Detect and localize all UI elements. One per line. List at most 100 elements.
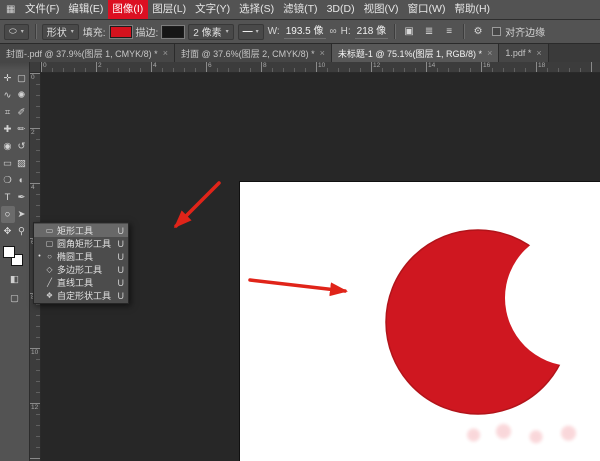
- ruler-tick-label: 10: [30, 348, 40, 403]
- menu-image[interactable]: 图像(I): [108, 0, 148, 19]
- chevron-down-icon: ▾: [21, 28, 24, 35]
- screen-mode-button[interactable]: ▢: [0, 291, 29, 306]
- document-tab[interactable]: 封面-.pdf @ 37.9%(图层 1, CMYK/8) * ×: [0, 44, 175, 62]
- tool-icon: ↺: [18, 141, 26, 152]
- menu-window[interactable]: 窗口(W): [403, 0, 450, 19]
- flyout-polygon-tool[interactable]: ◇ 多边形工具 U: [34, 263, 128, 276]
- ruler-tick-label: 12: [371, 62, 426, 70]
- flyout-ellipse-tool[interactable]: • ○ 椭圆工具 U: [34, 250, 128, 263]
- shape-tool-icon: ╱: [45, 278, 54, 287]
- stroke-color-swatch[interactable]: [162, 26, 184, 38]
- lasso-tool[interactable]: ∿: [1, 87, 15, 104]
- flyout-item-shortcut: U: [118, 278, 126, 288]
- tool-icon: ⚲: [18, 226, 25, 237]
- watermark: [458, 417, 588, 453]
- tool-icon: ◐: [19, 175, 25, 186]
- move-tool[interactable]: ✛: [1, 70, 15, 87]
- height-field[interactable]: 218 像: [355, 25, 388, 39]
- document-tab[interactable]: 封面 @ 37.6%(图层 2, CMYK/8) * ×: [175, 44, 332, 62]
- tool-preset-dropdown[interactable]: ⬭ ▾: [4, 24, 29, 40]
- toolbar-grip[interactable]: [0, 62, 29, 70]
- close-icon[interactable]: ×: [536, 48, 541, 58]
- document-tab[interactable]: 未标题-1 @ 75.1%(图层 1, RGB/8) * ×: [332, 44, 499, 62]
- tool-icon: ✚: [4, 124, 12, 135]
- flyout-line-tool[interactable]: ╱ 直线工具 U: [34, 276, 128, 289]
- stroke-style-select[interactable]: — ▾: [238, 24, 264, 40]
- document-page[interactable]: [240, 182, 600, 461]
- path-arrange-button[interactable]: ≡: [441, 24, 457, 40]
- flyout-rounded-rectangle-tool[interactable]: ▢ 圆角矩形工具 U: [34, 237, 128, 250]
- quick-mask-icon: ◧: [10, 274, 19, 285]
- shape-tool-icon: ▢: [45, 239, 54, 248]
- hand-tool[interactable]: ✥: [1, 223, 15, 240]
- ruler-tick-label: 2: [30, 128, 40, 183]
- foreground-color-swatch[interactable]: [3, 246, 15, 258]
- ruler-tick-label: 6: [206, 62, 261, 70]
- close-icon[interactable]: ×: [320, 48, 325, 58]
- stroke-width-select[interactable]: 2 像素 ▾: [188, 24, 233, 40]
- align-edges-label: 对齐边缘: [505, 24, 545, 39]
- menu-view[interactable]: 视图(V): [359, 0, 403, 19]
- divider: [463, 24, 464, 39]
- close-icon[interactable]: ×: [163, 48, 168, 58]
- gradient-tool[interactable]: ▨: [15, 155, 29, 172]
- shape-tool-icon: ❖: [45, 291, 54, 300]
- tool-icon: ▭: [3, 158, 12, 169]
- tool-mode-select[interactable]: 形状 ▾: [42, 24, 79, 40]
- tab-label: 封面 @ 37.6%(图层 2, CMYK/8) *: [181, 47, 315, 60]
- menu-filter[interactable]: 滤镜(T): [279, 0, 322, 19]
- tool-icon: ○: [5, 209, 11, 220]
- flyout-item-label: 自定形状工具: [57, 289, 115, 302]
- flyout-custom-shape-tool[interactable]: ❖ 自定形状工具 U: [34, 289, 128, 302]
- tool-icon: ❍: [3, 175, 12, 186]
- blur-tool[interactable]: ❍: [1, 172, 15, 189]
- path-align-button[interactable]: ≣: [421, 24, 437, 40]
- flyout-item-label: 圆角矩形工具: [57, 237, 115, 250]
- link-dimensions-icon[interactable]: ∞: [330, 26, 337, 37]
- shape-tool[interactable]: ○: [1, 206, 15, 223]
- menu-file[interactable]: 文件(F): [20, 0, 63, 19]
- quick-selection-tool[interactable]: ✺: [15, 87, 29, 104]
- tool-icon: ➤: [18, 209, 26, 220]
- tool-icon: ✛: [4, 73, 12, 84]
- menu-3d[interactable]: 3D(D): [322, 0, 359, 19]
- tool-icon: ◉: [3, 141, 11, 152]
- flyout-item-shortcut: U: [118, 252, 126, 262]
- crop-tool[interactable]: ⌗: [1, 104, 15, 121]
- close-icon[interactable]: ×: [487, 48, 492, 58]
- clone-stamp-tool[interactable]: ◉: [1, 138, 15, 155]
- quick-mask-button[interactable]: ◧: [0, 272, 29, 287]
- brush-tool[interactable]: ✏: [15, 121, 29, 138]
- ruler-tick-label: 4: [151, 62, 206, 70]
- ruler-corner: [30, 62, 41, 73]
- document-tab[interactable]: 1.pdf * ×: [499, 44, 548, 62]
- menu-layer[interactable]: 图层(L): [148, 0, 191, 19]
- path-operations-button[interactable]: ▣: [401, 24, 417, 40]
- history-brush-tool[interactable]: ↺: [15, 138, 29, 155]
- align-edges-checkbox[interactable]: [492, 27, 501, 36]
- eraser-tool[interactable]: ▭: [1, 155, 15, 172]
- fill-color-swatch[interactable]: [110, 26, 132, 38]
- type-tool[interactable]: T: [1, 189, 15, 206]
- menu-type[interactable]: 文字(Y): [191, 0, 235, 19]
- width-field[interactable]: 193.5 像: [284, 25, 326, 39]
- horizontal-ruler[interactable]: 024681012141618: [41, 62, 600, 73]
- ruler-tick-label: 14: [426, 62, 481, 70]
- flyout-rectangle-tool[interactable]: ▭ 矩形工具 U: [34, 224, 128, 237]
- eyedropper-tool[interactable]: ✐: [15, 104, 29, 121]
- menu-edit[interactable]: 编辑(E): [64, 0, 108, 19]
- healing-brush-tool[interactable]: ✚: [1, 121, 15, 138]
- tool-icon: ▨: [17, 158, 26, 169]
- menu-help[interactable]: 帮助(H): [450, 0, 495, 19]
- ellipse-tool-icon: ⬭: [9, 26, 17, 37]
- pen-tool[interactable]: ✒: [15, 189, 29, 206]
- zoom-tool[interactable]: ⚲: [15, 223, 29, 240]
- dodge-tool[interactable]: ◐: [15, 172, 29, 189]
- marquee-tool[interactable]: ▢: [15, 70, 29, 87]
- tool-icon: T: [5, 192, 11, 203]
- tool-icon: ✒: [18, 192, 26, 203]
- tool-icon: ✥: [4, 226, 12, 237]
- menu-select[interactable]: 选择(S): [235, 0, 279, 19]
- gear-icon[interactable]: ⚙: [470, 24, 486, 40]
- path-selection-tool[interactable]: ➤: [15, 206, 29, 223]
